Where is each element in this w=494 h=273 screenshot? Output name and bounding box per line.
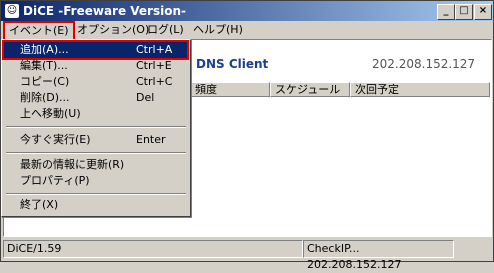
menu-item-label: 編集(T)... [20, 59, 68, 72]
menu-bar: イベント(E) オプション(O) ログ(L) ヘルプ(H) [1, 21, 493, 41]
menu-item-shortcut: Del [136, 91, 155, 104]
menu-item-properties[interactable]: プロパティ(P) [4, 173, 187, 189]
menu-separator [6, 152, 186, 154]
status-bar: DiCE/1.59 CheckIP... 202.208.152.127 [1, 238, 493, 271]
menu-item-label: 今すぐ実行(E) [20, 133, 91, 146]
menu-item-shortcut: Ctrl+A [136, 43, 173, 56]
menu-item-label: 追加(A)... [20, 43, 69, 56]
events-dropdown-menu: 追加(A)... Ctrl+A 編集(T)... Ctrl+E コピー(C) C… [1, 39, 191, 217]
menu-options[interactable]: オプション(O) [73, 23, 153, 37]
close-button[interactable]: × [474, 4, 492, 20]
menu-item-run-now[interactable]: 今すぐ実行(E) Enter [4, 132, 187, 148]
menu-events[interactable]: イベント(E) [3, 21, 75, 41]
menu-item-delete[interactable]: 削除(D)... Del [4, 90, 187, 106]
menu-item-shortcut: Ctrl+C [136, 75, 173, 88]
menu-item-shortcut: Enter [136, 133, 166, 146]
server-ip: 202.208.152.127 [372, 57, 476, 71]
column-header-next-run[interactable]: 次回予定 [350, 82, 490, 97]
menu-item-exit[interactable]: 終了(X) [4, 197, 187, 213]
resize-grip-icon[interactable] [453, 241, 489, 257]
menu-item-label: コピー(C) [20, 75, 70, 88]
menu-item-copy[interactable]: コピー(C) Ctrl+C [4, 74, 187, 90]
menu-item-label: 削除(D)... [20, 91, 70, 104]
app-icon[interactable]: ☺ [5, 4, 19, 18]
menu-log[interactable]: ログ(L) [143, 23, 188, 37]
menu-item-shortcut: Ctrl+E [136, 59, 172, 72]
menu-item-label: 最新の情報に更新(R) [20, 158, 125, 171]
server-name: DNS Client [196, 57, 269, 71]
column-header-schedule[interactable]: スケジュール [270, 82, 350, 97]
maximize-button[interactable]: □ [455, 4, 473, 20]
menu-item-edit[interactable]: 編集(T)... Ctrl+E [4, 58, 187, 74]
menu-item-refresh[interactable]: 最新の情報に更新(R) [4, 157, 187, 173]
menu-item-label: 上へ移動(U) [20, 107, 81, 120]
title-bar[interactable]: ☺ DiCE -Freeware Version- _ □ × [1, 1, 493, 21]
menu-help[interactable]: ヘルプ(H) [189, 23, 247, 37]
minimize-button[interactable]: _ [437, 4, 455, 20]
column-header-frequency[interactable]: 頻度 [190, 82, 270, 97]
menu-item-add[interactable]: 追加(A)... Ctrl+A [2, 40, 189, 60]
menu-item-label: プロパティ(P) [20, 174, 90, 187]
window-title: DiCE -Freeware Version- [23, 4, 186, 18]
menu-separator [6, 126, 186, 128]
app-window: ☺ DiCE -Freeware Version- _ □ × イベント(E) … [0, 0, 494, 271]
menu-item-move-up[interactable]: 上へ移動(U) [4, 106, 187, 122]
status-checkip: CheckIP... 202.208.152.127 [303, 240, 454, 271]
menu-separator [6, 193, 186, 195]
status-version: DiCE/1.59 [3, 240, 303, 258]
menu-item-label: 終了(X) [20, 198, 59, 211]
